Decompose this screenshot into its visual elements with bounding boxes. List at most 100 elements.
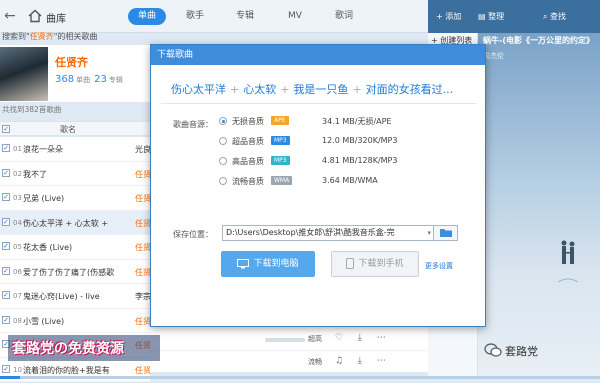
add-button[interactable]: + 添加 — [436, 11, 461, 22]
now-playing-artist[interactable]: 周杰伦 — [483, 51, 504, 61]
song-artist[interactable]: 任贤 — [135, 365, 150, 376]
row-checkbox[interactable]: ✓ — [2, 266, 10, 275]
song-title[interactable]: 小雪 (Live) — [23, 316, 123, 327]
song-title[interactable]: 伤心太平洋 + 心太软 + — [23, 218, 123, 229]
row-checkbox[interactable]: ✓ — [2, 168, 10, 177]
couple-silhouette-image — [558, 240, 578, 283]
song-title[interactable]: 花太香 (Live) — [23, 242, 123, 253]
table-row[interactable]: ✓ 01 浪花一朵朵 光良 — [0, 137, 150, 162]
download-to-pc-button[interactable]: 下载到电脑 — [221, 251, 315, 277]
albums-label: 专辑 — [108, 76, 123, 84]
tab-lyrics[interactable]: 歌词 — [327, 8, 361, 25]
row-checkbox[interactable]: ✓ — [2, 315, 10, 324]
arrange-button[interactable]: ▤ 整理 — [478, 11, 504, 22]
arrange-label: 整理 — [488, 12, 505, 21]
tab-albums[interactable]: 专辑 — [228, 8, 262, 25]
quality-radio[interactable] — [219, 157, 227, 165]
quality-radio[interactable] — [219, 117, 227, 125]
dialog-song: 对面的女孩看过... — [365, 83, 454, 96]
quality-radio[interactable] — [219, 177, 227, 185]
brand-text: 套路党 — [505, 345, 538, 358]
row-checkbox[interactable]: ✓ — [2, 291, 10, 299]
wechat-icon — [484, 343, 502, 357]
table-row[interactable]: ✓ 04 伤心太平洋 + 心太软 + 任贤 — [0, 210, 150, 235]
result-count: 共找到382首歌曲 — [2, 105, 62, 114]
song-title[interactable]: 浪花一朵朵 — [23, 144, 123, 155]
row-number: 10 — [13, 365, 22, 374]
singer-avatar[interactable] — [0, 47, 48, 101]
table-row[interactable]: ✓ 07 鬼迷心窍(Live) - live 李宗 — [0, 284, 150, 309]
song-artist[interactable]: 任贤 — [135, 169, 150, 180]
song-row-action-bar: 超高 ♡ ⤓ ⋯ — [150, 326, 428, 350]
now-playing-title[interactable]: 蜗牛-(电影《一万公里的约定》 — [483, 35, 594, 46]
save-path-select[interactable]: D:\Users\Desktop\推女郎\舒淇\酷我音乐盒-完 ▾ — [222, 225, 434, 241]
dialog-song: 心太软 — [243, 83, 277, 96]
table-row[interactable]: ✓ 06 爱了伤了伤了痛了(伤感歌 任贤 — [0, 259, 150, 284]
source-label: 歌曲音源： — [173, 120, 213, 129]
tab-singers[interactable]: 歌手 — [178, 8, 212, 25]
row-number: 04 — [13, 218, 22, 227]
row-number: 08 — [13, 316, 22, 325]
table-row[interactable]: ✓ 05 花太香 (Live) 任贤 — [0, 235, 150, 260]
library-label[interactable]: 曲库 — [46, 10, 66, 25]
browse-folder-button[interactable] — [434, 225, 458, 241]
file-size: 3.64 MB/WMA — [322, 176, 378, 185]
song-artist[interactable]: 李宗 — [135, 291, 150, 302]
row-checkbox[interactable]: ✓ — [2, 193, 10, 201]
song-title[interactable]: 流着泪的你的脸+我是有 — [23, 365, 123, 376]
file-size: 12.0 MB/320K/MP3 — [322, 136, 398, 145]
row-checkbox[interactable]: ✓ — [2, 364, 10, 373]
song-artist[interactable]: 任贤 — [135, 316, 150, 327]
row-checkbox[interactable]: ✓ — [2, 144, 10, 152]
watermark-banner: 套路党の免费资源 — [8, 335, 160, 361]
song-title[interactable]: 爱了伤了伤了痛了(伤感歌 — [23, 267, 123, 278]
song-artist[interactable]: 任贤 — [135, 218, 150, 229]
chevron-down-icon[interactable]: ▾ — [427, 226, 431, 240]
songs-count[interactable]: 368 — [55, 74, 74, 85]
find-button[interactable]: ⌕ 查找 — [543, 11, 566, 22]
save-path-value: D:\Users\Desktop\推女郎\舒淇\酷我音乐盒-完 — [226, 228, 395, 237]
back-arrow-icon[interactable]: ← — [4, 8, 18, 24]
table-row[interactable]: ✓ 03 兄弟 (Live) 任贤 — [0, 186, 150, 211]
right-toolbar: + 添加 ▤ 整理 ⌕ 查找 — [428, 0, 600, 33]
tab-songs[interactable]: 单曲 — [128, 8, 166, 25]
home-icon[interactable] — [27, 8, 43, 24]
table-row[interactable]: ✓ 02 我不了 任贤 — [0, 161, 150, 186]
row-checkbox[interactable]: ✓ — [2, 242, 10, 250]
song-title[interactable]: 鬼迷心窍(Live) - live — [23, 291, 123, 302]
save-location-label: 保存位置： — [173, 230, 213, 239]
song-artist[interactable]: 任贤 — [135, 267, 150, 278]
song-artist[interactable]: 任贤 — [135, 242, 150, 253]
column-song-title[interactable]: 歌名 — [60, 124, 76, 135]
song-title[interactable]: 兄弟 (Live) — [23, 193, 123, 204]
row-progress-slider[interactable] — [265, 338, 305, 342]
plus-separator: + — [230, 83, 240, 96]
find-label: 查找 — [550, 12, 567, 21]
song-title[interactable]: 我不了 — [23, 169, 123, 180]
row-checkbox[interactable]: ✓ — [2, 217, 10, 226]
dialog-song: 我是一只鱼 — [293, 83, 349, 96]
monitor-icon — [237, 258, 250, 268]
song-table-header: ✓ 歌名 — [0, 121, 150, 136]
row-number: 05 — [13, 243, 22, 251]
more-settings-link[interactable]: 更多设置 — [425, 261, 453, 271]
table-row[interactable]: ✓ 08 小雪 (Live) 任贤 — [0, 308, 150, 333]
row-number: 07 — [13, 292, 22, 300]
albums-count[interactable]: 23 — [94, 74, 107, 85]
download-dialog: 下载歌曲 伤心太平洋 + 心太软 + 我是一只鱼 + 对面的女孩看过... 歌曲音源： 无损… — [150, 44, 486, 327]
playback-progress-bar[interactable] — [0, 376, 600, 379]
song-artist[interactable]: 光良 — [135, 144, 150, 155]
select-all-checkbox[interactable]: ✓ — [2, 125, 10, 133]
search-prefix: 搜索到" — [2, 32, 30, 41]
singer-card: 任贤齐 368 单曲 23 专辑 — [0, 45, 150, 102]
singer-stats: 368 单曲 23 专辑 — [55, 74, 127, 85]
download-to-phone-button[interactable]: 下载到手机 — [331, 251, 419, 277]
row-action-icons[interactable]: ♡ ⤓ ⋯ — [335, 333, 392, 343]
search-keyword: 任贤齐 — [29, 32, 54, 41]
song-artist[interactable]: 任贤 — [135, 193, 150, 204]
row-action-icons[interactable]: ♫ ⤓ ⋯ — [335, 356, 392, 366]
quality-radio[interactable] — [219, 137, 227, 145]
search-result-hint: 搜索到"任贤齐"的相关歌曲 — [0, 31, 150, 45]
tab-mv[interactable]: MV — [278, 8, 312, 25]
singer-name[interactable]: 任贤齐 — [55, 54, 88, 70]
